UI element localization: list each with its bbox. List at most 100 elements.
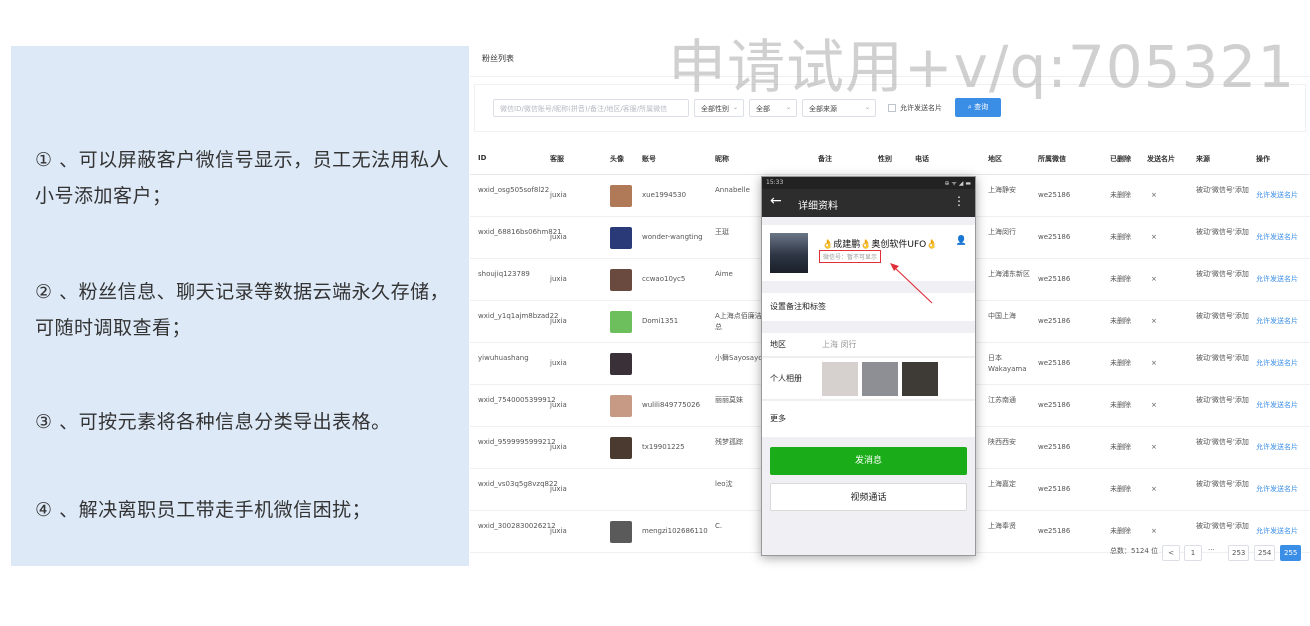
fan-avatar — [610, 353, 632, 375]
cell-owner: we25186 — [1038, 275, 1071, 283]
cell-agent: juxia — [550, 443, 567, 451]
cell-region: 上海闵行 — [988, 228, 1016, 236]
cell-action[interactable]: 允许发送名片 — [1256, 358, 1298, 369]
pagination-prev-button[interactable]: < — [1162, 545, 1180, 561]
cell-account: ccwao10yc5 — [642, 275, 686, 283]
cell-id: wxid_osg505sof8l22 — [478, 186, 550, 194]
cell-owner: we25186 — [1038, 443, 1071, 451]
cell-card: × — [1151, 443, 1157, 451]
cell-card: × — [1151, 317, 1157, 325]
col-header-action[interactable]: 操作 — [1256, 154, 1270, 164]
col-header-deleted[interactable]: 已删除 — [1110, 154, 1131, 164]
query-button-label: 查询 — [974, 103, 989, 111]
col-header-gender[interactable]: 性别 — [878, 154, 892, 164]
region-label: 地区 — [770, 340, 786, 349]
profile-avatar — [770, 233, 808, 273]
cell-owner: we25186 — [1038, 191, 1071, 199]
slide: ① 、可以屏蔽客户微信号显示，员工无法用私人小号添加客户； ② 、粉丝信息、聊天… — [0, 0, 1310, 626]
cell-action[interactable]: 允许发送名片 — [1256, 316, 1298, 327]
col-header-id[interactable]: ID — [478, 154, 486, 162]
cell-id: wxid_y1q1ajm8bzad22 — [478, 312, 559, 320]
cell-region: 江苏南通 — [988, 396, 1016, 404]
video-call-button[interactable]: 视频通话 — [770, 483, 967, 511]
more-label: 更多 — [770, 414, 786, 423]
watermark: 申请试用+v/q:705321 — [668, 33, 1296, 101]
fan-avatar — [610, 185, 632, 207]
cell-source: 被动'微信号'添加 — [1196, 186, 1249, 194]
cell-owner: we25186 — [1038, 233, 1071, 241]
col-header-account[interactable]: 账号 — [642, 154, 656, 164]
col-header-card[interactable]: 发送名片 — [1147, 154, 1175, 164]
cell-account: wulili849775026 — [642, 401, 701, 409]
chevron-down-icon: ⌄ — [864, 104, 870, 111]
cell-card: × — [1151, 359, 1157, 367]
more-vertical-icon[interactable]: ⋮ — [953, 194, 965, 208]
cell-account: Domi1351 — [642, 317, 679, 325]
album-photo — [902, 362, 938, 396]
chevron-down-icon: ⌄ — [732, 104, 738, 111]
region-item: 地区 上海 闵行 — [762, 333, 975, 357]
cell-account: tx19901225 — [642, 443, 685, 451]
wechat-id-hidden: 微信号：暂不可显示 — [819, 250, 882, 263]
cell-deleted: 未删除 — [1110, 317, 1131, 325]
col-header-agent[interactable]: 客服 — [550, 154, 564, 164]
profile-name: 👌成建鹏👌奥创软件UFO👌 — [822, 240, 938, 250]
feature-3: ③ 、可按元素将各种信息分类导出表格。 — [35, 411, 391, 433]
album-item[interactable]: 个人相册 — [762, 358, 975, 400]
col-header-avatar[interactable]: 头像 — [610, 154, 624, 164]
cell-action[interactable]: 允许发送名片 — [1256, 232, 1298, 243]
signal-icon: ⊕ ᯤ ◢ ▬ — [944, 180, 971, 187]
feature-1: ① 、可以屏蔽客户微信号显示，员工无法用私人小号添加客户； — [35, 149, 450, 207]
feature-panel: ① 、可以屏蔽客户微信号显示，员工无法用私人小号添加客户； ② 、粉丝信息、聊天… — [11, 46, 469, 566]
cell-source: 被动'微信号'添加 — [1196, 522, 1249, 530]
phone-time: 15:33 — [766, 179, 784, 186]
cell-card: × — [1151, 401, 1157, 409]
fan-avatar — [610, 227, 632, 249]
col-header-nickname[interactable]: 昵称 — [715, 154, 729, 164]
cell-owner: we25186 — [1038, 485, 1071, 493]
cell-agent: juxia — [550, 191, 567, 199]
set-note-item[interactable]: 设置备注和标签 — [762, 293, 975, 321]
cell-id: wxid_68816bs06hm821 — [478, 228, 562, 236]
fan-avatar — [610, 395, 632, 417]
allow-card-checkbox[interactable] — [888, 104, 896, 112]
pagination-page-254[interactable]: 254 — [1254, 545, 1276, 561]
col-header-region[interactable]: 地区 — [988, 154, 1002, 164]
cell-action[interactable]: 允许发送名片 — [1256, 274, 1298, 285]
cell-action[interactable]: 允许发送名片 — [1256, 442, 1298, 453]
pagination-page-255[interactable]: 255 — [1280, 545, 1302, 561]
cell-action[interactable]: 允许发送名片 — [1256, 526, 1298, 537]
phone-status-bar: 15:33 ⊕ ᯤ ◢ ▬ — [762, 177, 975, 189]
pagination-page-1[interactable]: 1 — [1184, 545, 1202, 561]
cell-deleted: 未删除 — [1110, 275, 1131, 283]
cell-agent: juxia — [550, 275, 567, 283]
more-item[interactable]: 更多 — [762, 401, 975, 437]
cell-agent: juxia — [550, 233, 567, 241]
pagination-total: 总数：5124 位 — [1110, 547, 1159, 555]
col-header-phone[interactable]: 电话 — [915, 154, 929, 164]
cell-action[interactable]: 允许发送名片 — [1256, 190, 1298, 201]
search-input[interactable]: 微信ID/微信账号/昵称(拼音)/备注/地区/客服/所属微信 — [493, 99, 689, 117]
cell-deleted: 未删除 — [1110, 359, 1131, 367]
cell-deleted: 未删除 — [1110, 233, 1131, 241]
col-header-source[interactable]: 来源 — [1196, 154, 1210, 164]
pagination-page-253[interactable]: 253 — [1228, 545, 1250, 561]
cell-source: 被动'微信号'添加 — [1196, 438, 1249, 446]
col-header-note[interactable]: 备注 — [818, 154, 832, 164]
cell-id: wxid_3002830026212 — [478, 522, 556, 530]
col-header-owner[interactable]: 所属微信 — [1038, 154, 1066, 164]
cell-action[interactable]: 允许发送名片 — [1256, 400, 1298, 411]
cell-owner: we25186 — [1038, 317, 1071, 325]
cell-card: × — [1151, 527, 1157, 535]
cell-owner: we25186 — [1038, 527, 1071, 535]
cell-action[interactable]: 允许发送名片 — [1256, 484, 1298, 495]
phone-profile-overlay: 15:33 ⊕ ᯤ ◢ ▬ ← 详细资料 ⋮ 👌成建鹏👌奥创软件UFO👌 微信号… — [761, 176, 976, 556]
send-message-button[interactable]: 发消息 — [770, 447, 967, 475]
cell-id: yiwuhuashang — [478, 354, 529, 362]
cell-agent: juxia — [550, 401, 567, 409]
cell-deleted: 未删除 — [1110, 485, 1131, 493]
cell-account: mengzi102686110 — [642, 527, 708, 535]
cell-id: wxid_9599995999212 — [478, 438, 556, 446]
back-arrow-icon[interactable]: ← — [770, 193, 782, 209]
cell-region: 中国上海 — [988, 312, 1016, 320]
